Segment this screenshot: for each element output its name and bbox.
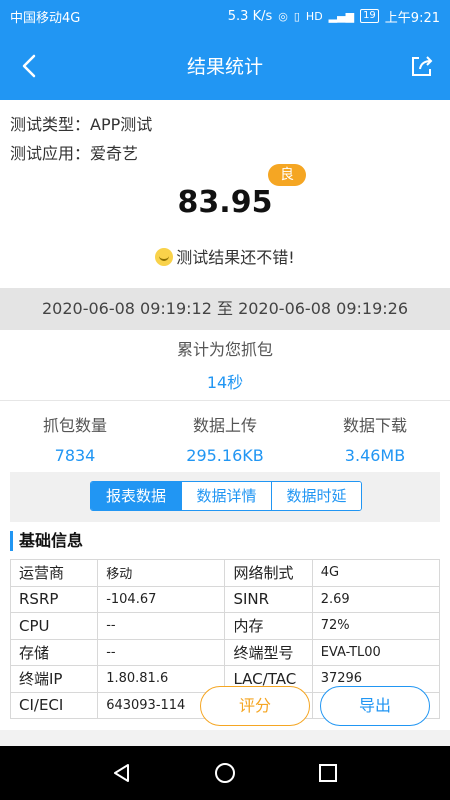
rate-button[interactable]: 评分 <box>200 686 310 726</box>
battery-indicator: 19 <box>360 9 379 23</box>
tab-report-data[interactable]: 报表数据 <box>91 482 181 510</box>
stat-download: 数据下载 3.46MB <box>300 412 450 465</box>
section-title: 基础信息 <box>10 531 83 551</box>
table-key: 存储 <box>9 638 99 666</box>
clock: 上午9:21 <box>384 10 440 26</box>
grade-badge: 良 <box>268 164 306 186</box>
tab-data-latency[interactable]: 数据时延 <box>271 482 361 510</box>
stats-row: 抓包数量 7834 数据上传 295.16KB 数据下载 3.46MB <box>0 412 450 465</box>
time-range: 2020-06-08 09:19:12 至 2020-06-08 09:19:2… <box>0 288 450 330</box>
nav-recents-icon[interactable] <box>308 753 348 793</box>
cumulative-label: 累计为您抓包 <box>176 340 273 359</box>
test-type: 测试类型：APP测试 <box>10 115 153 134</box>
hd-icon: HD <box>305 9 323 23</box>
test-info: 测试类型：APP测试 测试应用：爱奇艺 <box>10 110 152 168</box>
table-value: -104.67 <box>97 585 226 613</box>
location-icon: ◎ <box>278 9 288 23</box>
table-value: -- <box>97 612 226 640</box>
table-key: 网络制式 <box>224 559 313 587</box>
table-key: CI/ECI <box>9 691 99 719</box>
app-bar: 结果统计 <box>0 32 450 100</box>
table-value: 1.80.81.6 <box>97 665 226 693</box>
vibrate-icon: ▯ <box>293 9 300 23</box>
stat-upload: 数据上传 295.16KB <box>150 412 300 465</box>
nav-home-icon[interactable] <box>205 753 245 793</box>
tab-group: 报表数据 数据详情 数据时延 <box>90 481 362 511</box>
table-value: 4G <box>311 559 441 587</box>
stat-value: 7834 <box>54 446 96 465</box>
signal-icon: ▂▄▆ <box>328 9 355 23</box>
table-key: CPU <box>9 612 99 640</box>
table-row: 运营商 移动 网络制式 4G <box>9 559 441 587</box>
network-speed: 5.3 K/s <box>227 8 273 24</box>
stat-value: 3.46MB <box>344 446 406 465</box>
test-app: 测试应用：爱奇艺 <box>10 144 139 163</box>
table-key: 运营商 <box>9 559 99 587</box>
table-value: 72% <box>311 612 441 640</box>
table-value: -- <box>97 638 226 666</box>
stat-label: 数据上传 <box>192 416 257 435</box>
table-key: 终端IP <box>9 665 99 693</box>
nav-back-icon[interactable] <box>102 753 142 793</box>
score-remark: 测试结果还不错! <box>0 244 450 268</box>
remark-text: 测试结果还不错! <box>176 248 295 267</box>
table-row: 存储 -- 终端型号 EVA-TL00 <box>9 638 441 666</box>
tab-section: 报表数据 数据详情 数据时延 <box>10 472 440 522</box>
smile-icon <box>155 248 174 266</box>
table-value: 移动 <box>97 559 226 587</box>
cumulative-value: 14秒 <box>206 373 244 392</box>
share-icon[interactable] <box>402 46 442 86</box>
table-row: CPU -- 内存 72% <box>9 612 441 640</box>
stat-label: 数据下载 <box>342 416 407 435</box>
system-nav-bar <box>0 746 450 800</box>
divider <box>0 400 450 401</box>
export-button[interactable]: 导出 <box>320 686 430 726</box>
stat-label: 抓包数量 <box>42 416 107 435</box>
tab-data-details[interactable]: 数据详情 <box>181 482 271 510</box>
table-key: 终端型号 <box>224 638 313 666</box>
stat-value: 295.16KB <box>186 446 264 465</box>
status-bar: 中国移动4G 5.3 K/s ◎ ▯ HD ▂▄▆ 19 上午9:21 <box>0 0 450 32</box>
carrier-label: 中国移动4G <box>10 10 81 26</box>
table-value: EVA-TL00 <box>311 638 441 666</box>
page-title: 结果统计 <box>186 56 263 78</box>
bottom-spacer <box>0 730 450 746</box>
table-key: 内存 <box>224 612 313 640</box>
table-key: SINR <box>224 585 313 613</box>
table-row: RSRP -104.67 SINR 2.69 <box>9 585 441 613</box>
table-key: RSRP <box>9 585 99 613</box>
stat-packet-count: 抓包数量 7834 <box>0 412 150 465</box>
score-value: 83.95 <box>177 185 273 220</box>
table-value: 2.69 <box>311 585 441 613</box>
